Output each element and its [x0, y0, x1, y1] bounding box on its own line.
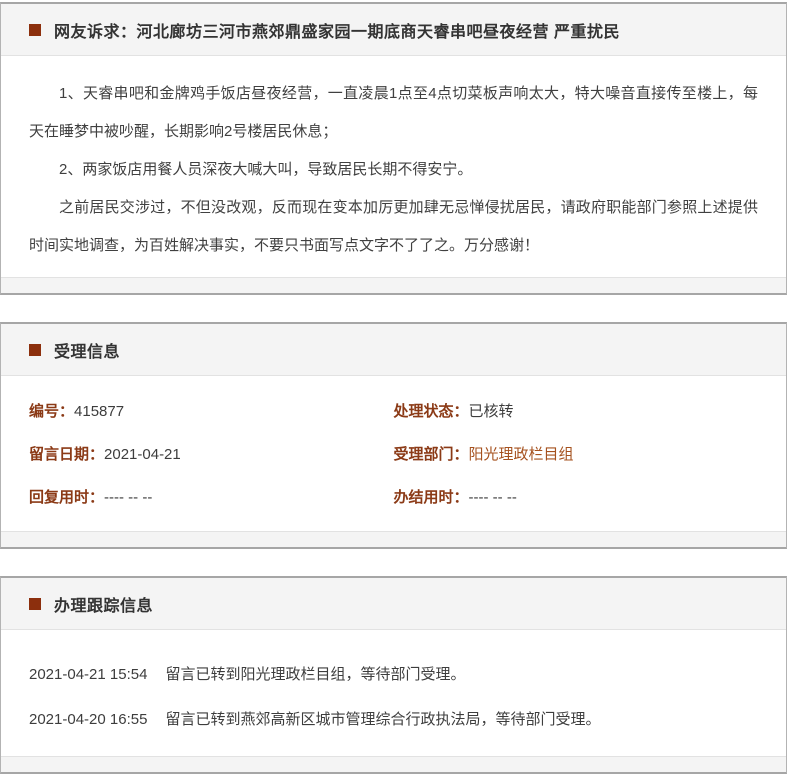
field-department-value-link[interactable]: 阳光理政栏目组	[469, 446, 574, 463]
tracking-entries: 2021-04-21 15:54 留言已转到阳光理政栏目组，等待部门受理。 202…	[1, 630, 786, 756]
field-status-label: 处理状态：	[393, 403, 469, 420]
field-completion-time-label: 办结用时：	[393, 489, 469, 506]
complaint-panel-header: 网友诉求：河北廊坊三河市燕郊鼎盛家园一期底商天睿串吧昼夜经营 严重扰民	[1, 4, 786, 56]
field-completion-time: 办结用时：---- -- --	[394, 476, 759, 519]
panel-footer-strip	[1, 277, 786, 293]
acceptance-panel-title: 受理信息	[54, 343, 121, 361]
acceptance-panel-header: 受理信息	[1, 324, 786, 376]
complaint-paragraph-2: 2、两家饭店用餐人员深夜大喊大叫，导致居民长期不得安宁。	[59, 161, 473, 178]
field-message-date: 留言日期：2021-04-21	[29, 433, 394, 476]
tracking-panel-header: 办理跟踪信息	[1, 578, 786, 630]
complaint-panel: 网友诉求：河北廊坊三河市燕郊鼎盛家园一期底商天睿串吧昼夜经营 严重扰民 1、天睿…	[0, 2, 787, 295]
tracking-entry: 2021-04-20 16:55 留言已转到燕郊高新区城市管理综合行政执法局，等待…	[29, 697, 758, 742]
field-number: 编号：415877	[29, 390, 394, 433]
field-completion-time-value: ---- -- --	[468, 489, 517, 506]
field-message-date-value: 2021-04-21	[104, 446, 181, 463]
entry-timestamp: 2021-04-21 15:54	[29, 666, 148, 683]
entry-message: 留言已转到阳光理政栏目组，等待部门受理。	[165, 666, 466, 683]
field-status: 处理状态：已核转	[394, 390, 759, 433]
tracking-entry: 2021-04-21 15:54 留言已转到阳光理政栏目组，等待部门受理。	[29, 652, 758, 697]
field-department-label: 受理部门：	[393, 446, 469, 463]
square-bullet-icon	[29, 23, 41, 36]
square-bullet-icon	[29, 343, 41, 356]
field-reply-time-value: ---- -- --	[104, 489, 153, 506]
complaint-paragraph-3: 之前居民交涉过，不但没改观，反而现在变本加厉更加肆无忌惮侵扰居民，请政府职能部门…	[29, 199, 758, 254]
tracking-panel-title: 办理跟踪信息	[54, 597, 154, 615]
field-reply-time: 回复用时：---- -- --	[29, 476, 394, 519]
complaint-title: 网友诉求：河北廊坊三河市燕郊鼎盛家园一期底商天睿串吧昼夜经营 严重扰民	[54, 23, 620, 41]
field-status-value: 已核转	[468, 403, 514, 420]
complaint-body: 1、天睿串吧和金牌鸡手饭店昼夜经营，一直凌晨1点至4点切菜板声响太大，特大噪音直…	[1, 56, 786, 277]
square-bullet-icon	[29, 597, 41, 610]
complaint-paragraph-1: 1、天睿串吧和金牌鸡手饭店昼夜经营，一直凌晨1点至4点切菜板声响太大，特大噪音直…	[29, 85, 758, 140]
field-message-date-label: 留言日期：	[29, 446, 105, 463]
field-number-label: 编号：	[29, 403, 75, 420]
field-reply-time-label: 回复用时：	[29, 489, 105, 506]
field-department: 受理部门：阳光理政栏目组	[394, 433, 759, 476]
panel-footer-strip	[1, 756, 786, 772]
tracking-info-panel: 办理跟踪信息 2021-04-21 15:54 留言已转到阳光理政栏目组，等待部门…	[0, 576, 787, 774]
field-number-value: 415877	[74, 403, 125, 420]
panel-footer-strip	[1, 531, 786, 547]
entry-message: 留言已转到燕郊高新区城市管理综合行政执法局，等待部门受理。	[165, 711, 601, 728]
acceptance-info-panel: 受理信息 编号：415877 处理状态：已核转 留言日期：2021-04-21 …	[0, 322, 787, 549]
acceptance-fields: 编号：415877 处理状态：已核转 留言日期：2021-04-21 受理部门：…	[1, 376, 786, 531]
entry-timestamp: 2021-04-20 16:55	[29, 711, 148, 728]
petition-detail-page: 网友诉求：河北廊坊三河市燕郊鼎盛家园一期底商天睿串吧昼夜经营 严重扰民 1、天睿…	[0, 0, 787, 774]
